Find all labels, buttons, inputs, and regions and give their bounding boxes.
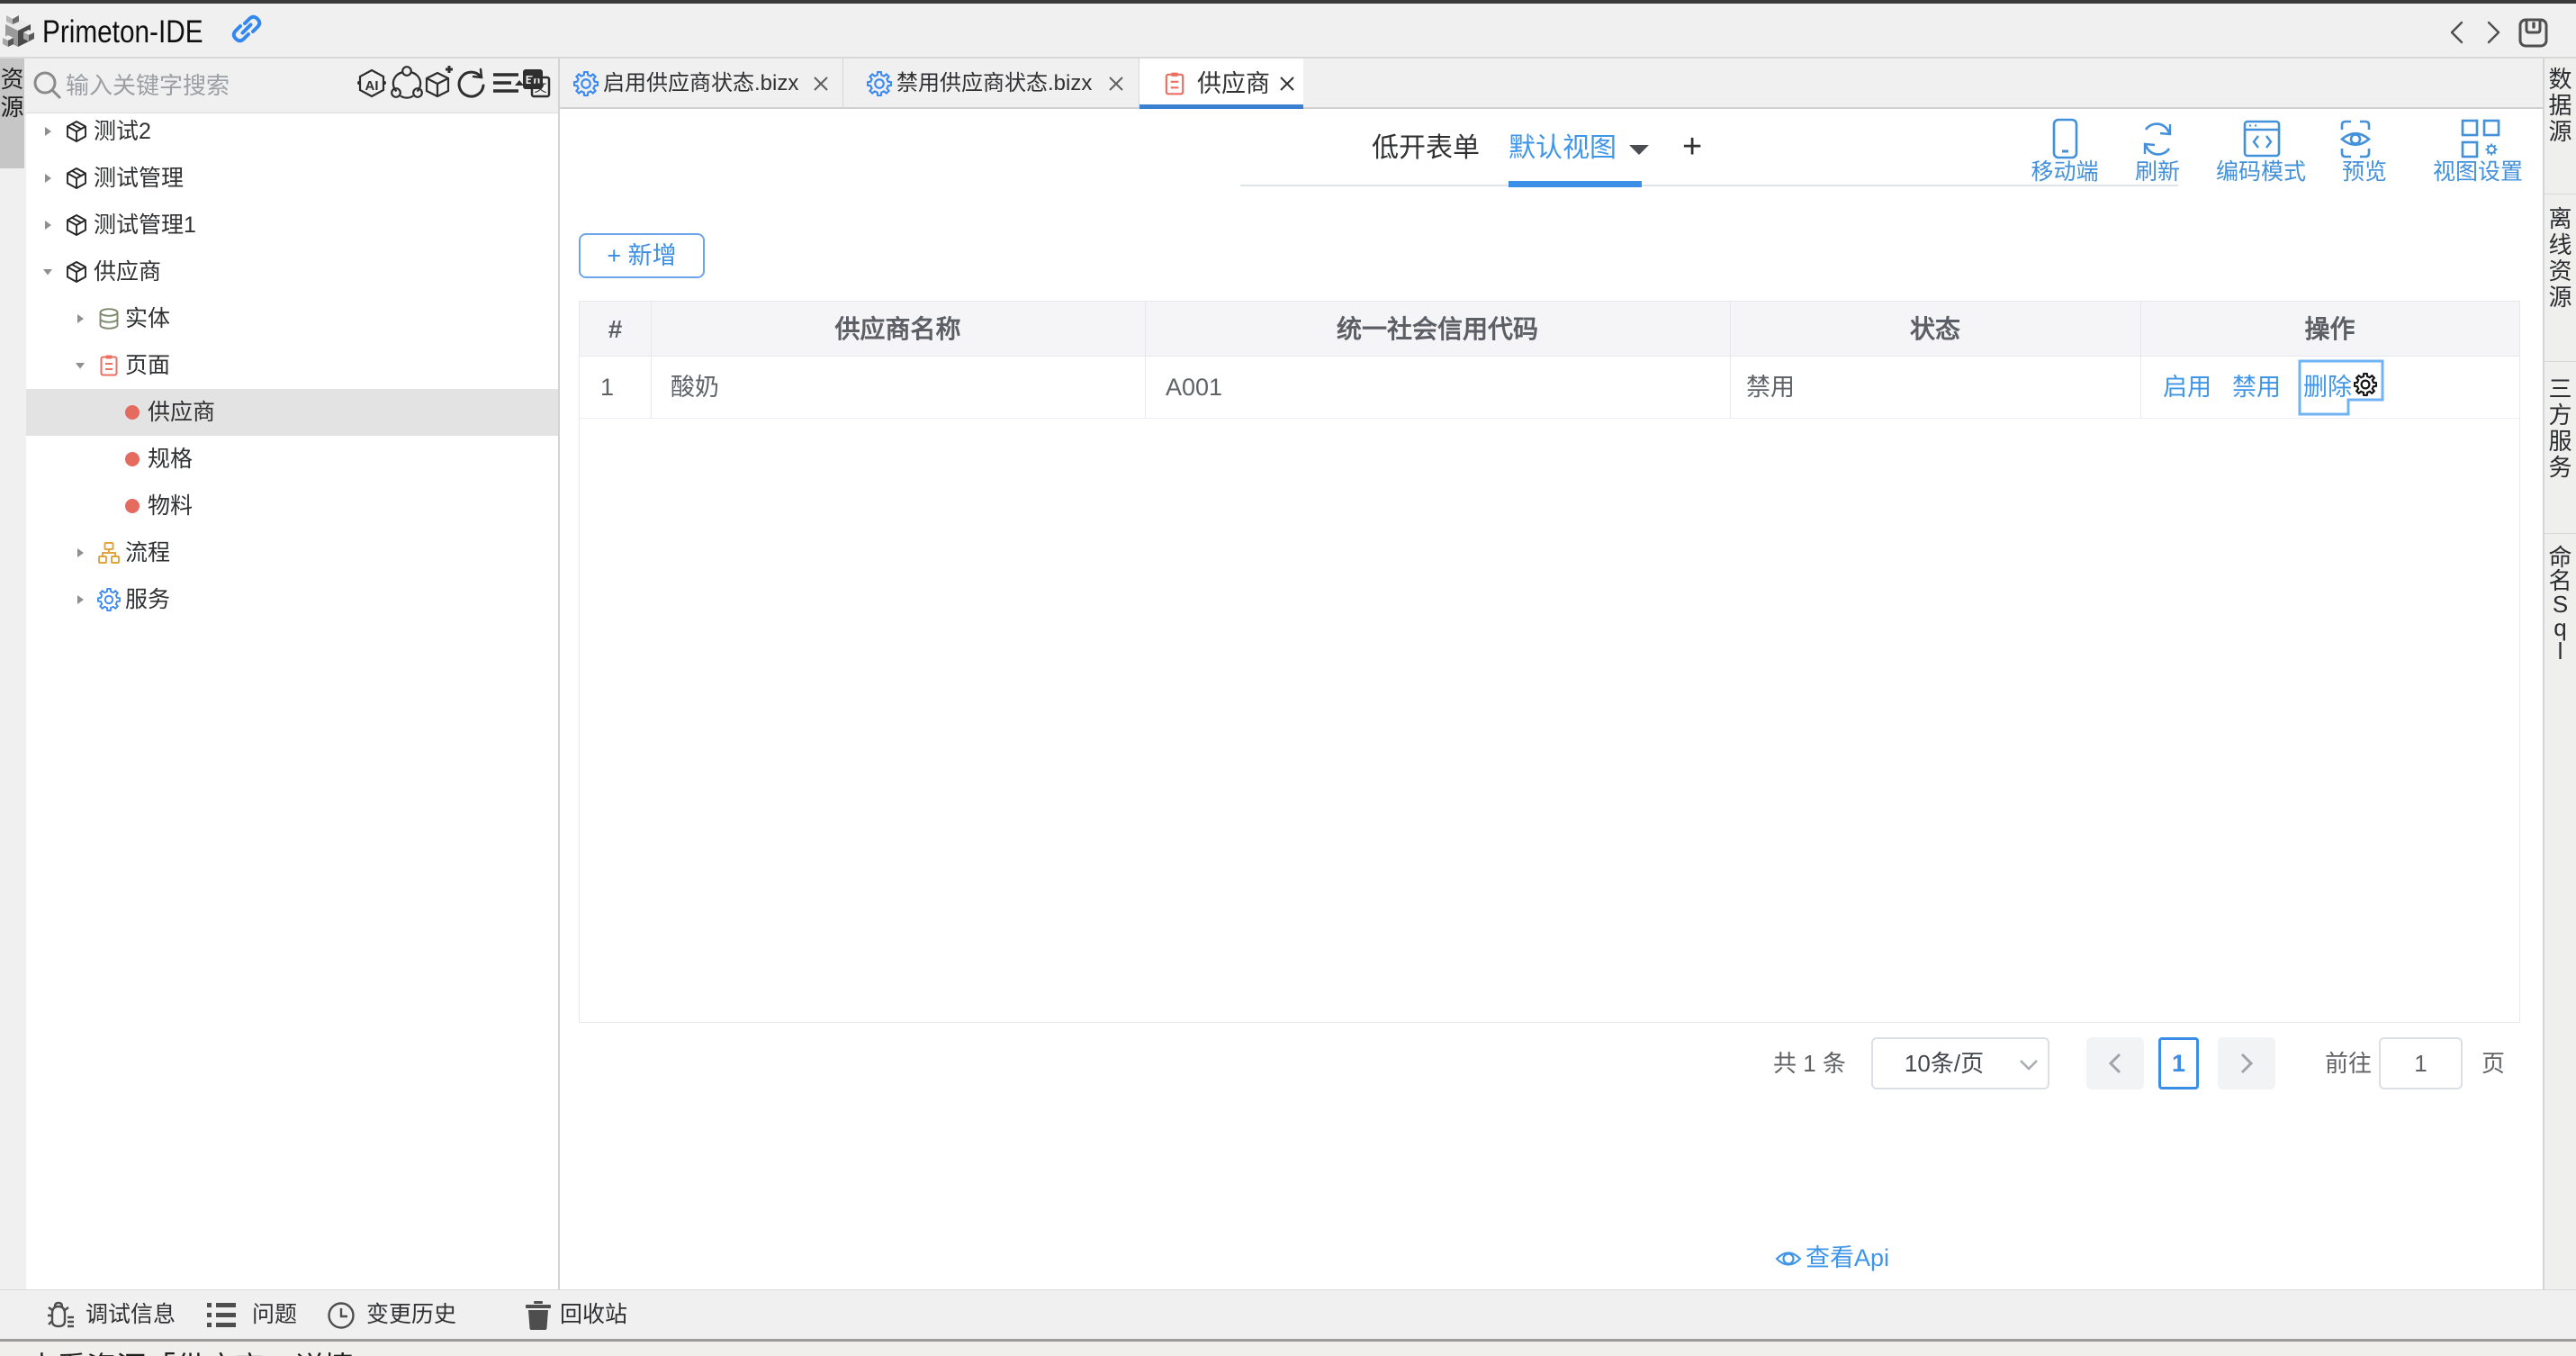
svg-text:AI: AI [365, 78, 379, 94]
svg-text:文: 文 [535, 80, 547, 95]
